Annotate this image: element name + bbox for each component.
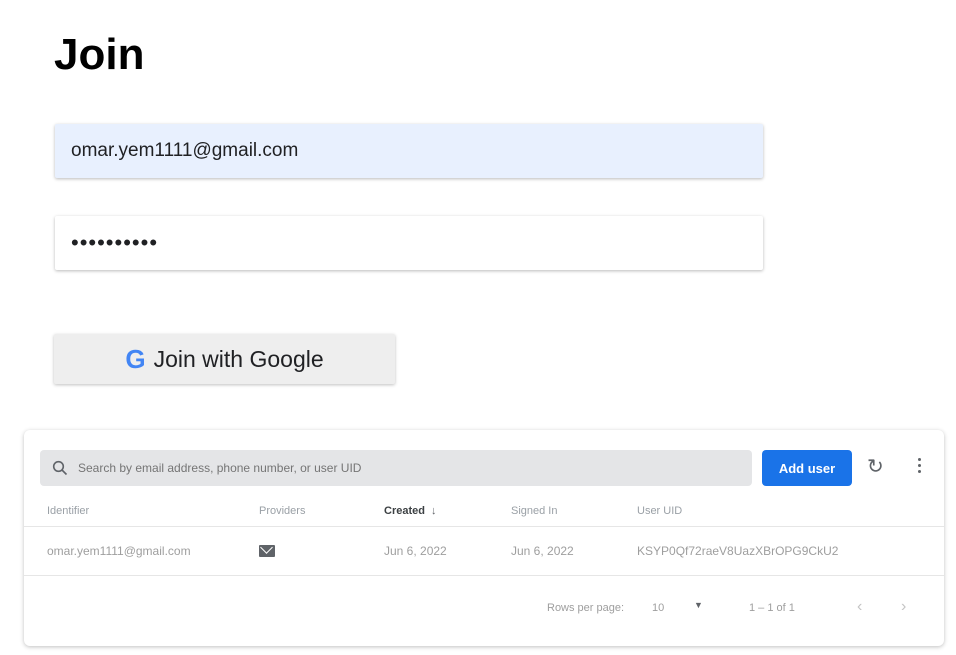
next-page-icon[interactable]: ›	[901, 598, 906, 616]
cell-user-uid: KSYP0Qf72raeV8UazXBrOPG9CkU2	[637, 544, 839, 558]
rows-per-page-label: Rows per page:	[547, 602, 625, 614]
column-header-user-uid[interactable]: User UID	[637, 496, 682, 526]
table-row[interactable]: omar.yem1111@gmail.com Jun 6, 2022 Jun 6…	[24, 527, 944, 576]
password-input[interactable]	[71, 230, 747, 256]
pagination-range: 1 – 1 of 1	[749, 602, 795, 614]
pagination-footer: Rows per page: 10 ▼ 1 – 1 of 1 ‹ ›	[24, 576, 944, 646]
search-input[interactable]	[78, 461, 718, 475]
email-field[interactable]	[55, 124, 763, 178]
column-header-signed-in[interactable]: Signed In	[511, 496, 557, 526]
rows-per-page-value[interactable]: 10	[652, 602, 664, 614]
users-panel: Add user ↻ Identifier Providers Created …	[24, 430, 944, 646]
password-field[interactable]	[55, 216, 763, 270]
dropdown-arrow-icon[interactable]: ▼	[694, 600, 703, 610]
column-header-providers[interactable]: Providers	[259, 496, 305, 526]
column-header-created[interactable]: Created ↓	[384, 496, 436, 526]
cell-identifier: omar.yem1111@gmail.com	[47, 544, 191, 558]
search-icon	[52, 460, 68, 476]
refresh-icon[interactable]: ↻	[867, 457, 884, 477]
google-button-label: Join with Google	[153, 345, 324, 372]
user-search-bar[interactable]	[40, 450, 752, 486]
column-header-identifier[interactable]: Identifier	[47, 496, 89, 526]
more-vert-icon[interactable]	[912, 455, 926, 479]
email-input[interactable]	[71, 140, 747, 162]
cell-created: Jun 6, 2022	[384, 544, 447, 558]
google-icon: G	[125, 343, 146, 374]
cell-signed-in: Jun 6, 2022	[511, 544, 574, 558]
mail-icon	[259, 545, 275, 557]
add-user-button[interactable]: Add user	[762, 450, 852, 486]
column-header-created-label: Created	[384, 505, 425, 517]
prev-page-icon[interactable]: ‹	[857, 598, 862, 616]
page-title: Join	[54, 30, 145, 79]
join-with-google-button[interactable]: G Join with Google	[54, 334, 395, 384]
table-header: Identifier Providers Created ↓ Signed In…	[24, 496, 944, 527]
cell-providers	[259, 527, 275, 575]
sort-arrow-down-icon: ↓	[430, 505, 437, 517]
